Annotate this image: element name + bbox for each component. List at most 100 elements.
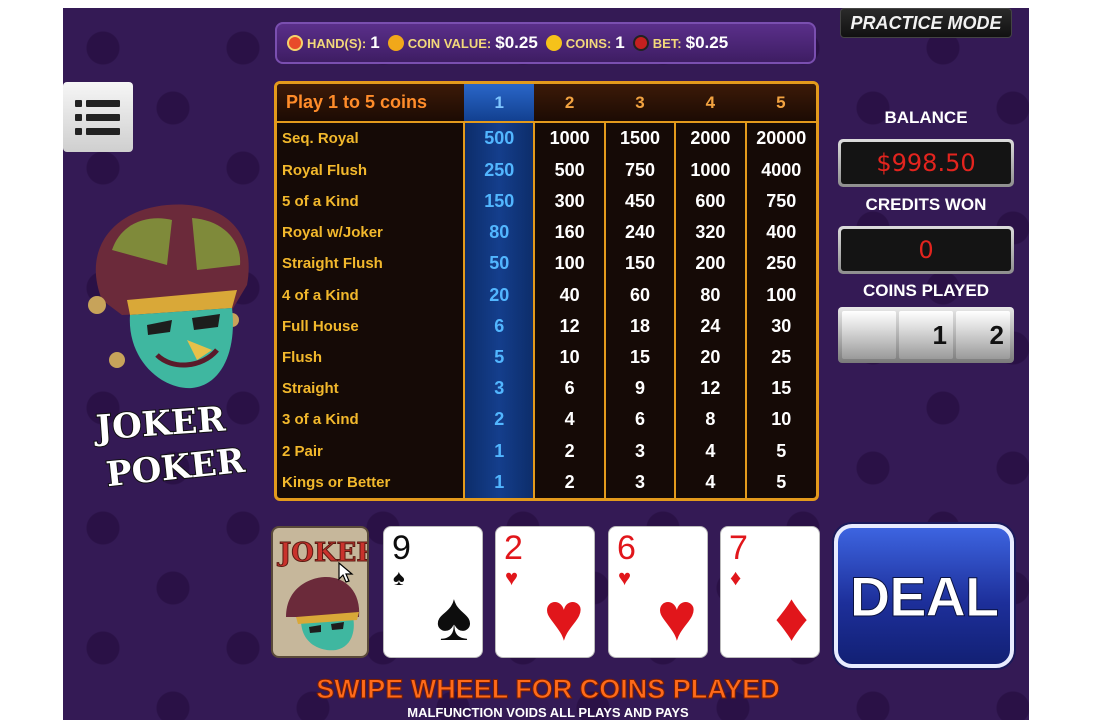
payout-value: 20000: [744, 122, 816, 155]
left-margin: [0, 0, 63, 720]
payout-value: 5: [744, 435, 816, 467]
coin-column-header[interactable]: 4: [675, 84, 746, 123]
hand-name: Straight Flush: [282, 255, 383, 273]
swipe-instruction: SWIPE WHEEL FOR COINS PLAYED: [316, 674, 781, 705]
credits-won-value: 0: [841, 229, 1011, 271]
bet-icon: [632, 35, 649, 51]
payout-value: 6: [603, 404, 676, 436]
heart-icon: ♥: [505, 565, 519, 590]
payout-value: 3: [603, 435, 676, 467]
heart-icon: ♥: [618, 565, 632, 590]
balance-label: BALANCE: [884, 108, 968, 127]
payout-value: 3: [603, 466, 676, 498]
payout-value: 600: [674, 185, 746, 218]
paytable-row: Seq. Royal 500 1000 1500 2000 20000: [277, 122, 816, 155]
payout-value: 750: [603, 154, 676, 186]
payout-value: 100: [744, 279, 816, 311]
coins-value: 1: [615, 33, 625, 52]
payout-value: 80: [463, 217, 535, 249]
payout-value: 250: [463, 154, 535, 186]
payout-value: 18: [603, 310, 676, 342]
payout-value: 2: [533, 435, 605, 467]
spade-icon: ♠: [393, 565, 405, 590]
payout-value: 300: [533, 185, 605, 218]
payout-value: 250: [744, 248, 816, 280]
hand-name: 3 of a Kind: [282, 411, 359, 429]
payout-value: 1500: [603, 122, 676, 155]
joker-poker-logo: JOKER POKER: [92, 398, 262, 498]
balance-display: $998.50: [838, 139, 1014, 187]
diamond-icon: ♦: [730, 565, 742, 590]
payout-value: 4: [674, 466, 746, 498]
card-1-joker[interactable]: JOKER: [271, 526, 369, 658]
joker-card-art-icon: [286, 577, 360, 651]
paytable-row: 3 of a Kind 2 4 6 8 10: [277, 404, 816, 436]
card-rank: 9: [392, 529, 411, 567]
card-rank: 2: [504, 529, 523, 567]
card-4[interactable]: 6 ♥ ♥: [608, 526, 708, 658]
card-3[interactable]: 2 ♥ ♥: [495, 526, 595, 658]
menu-button[interactable]: [63, 82, 133, 152]
payout-value: 20: [463, 279, 535, 311]
payout-value: 160: [533, 217, 605, 249]
payout-value: 24: [674, 310, 746, 342]
coins-icon: [545, 35, 562, 51]
malfunction-notice: MALFUNCTION VOIDS ALL PLAYS AND PAYS: [407, 705, 689, 720]
coin-column-header[interactable]: 5: [745, 84, 816, 123]
hands-label: HAND(S):: [307, 35, 367, 51]
payout-value: 12: [674, 373, 746, 405]
heart-icon: ♥: [656, 579, 697, 655]
hand-name: Straight: [282, 380, 339, 398]
hand-name: 4 of a Kind: [282, 286, 359, 304]
deal-button[interactable]: DEAL: [834, 524, 1014, 668]
practice-mode-badge: PRACTICE MODE: [840, 8, 1012, 38]
menu-icon: [75, 99, 133, 107]
card-2[interactable]: 9 ♠ ♠: [383, 526, 483, 658]
paytable-row: Kings or Better 1 2 3 4 5: [277, 466, 816, 498]
hand-name: Seq. Royal: [282, 130, 359, 148]
payout-value: 3: [463, 373, 535, 405]
payout-value: 2000: [674, 122, 746, 155]
heart-icon: ♥: [543, 579, 584, 655]
payout-value: 9: [603, 373, 676, 405]
coin-value-label: COIN VALUE:: [407, 35, 492, 51]
joker-card-label: JOKER: [279, 538, 369, 569]
hands-value: 1: [370, 33, 380, 52]
spade-icon: ♠: [435, 579, 472, 655]
hand-name: Kings or Better: [282, 473, 391, 491]
wheel-cell: 2: [956, 311, 1010, 359]
paytable: Play 1 to 5 coins 1 2 3 4 5 Seq. Royal 50…: [274, 81, 819, 501]
coin-value-icon: [387, 35, 404, 51]
coin-column-header[interactable]: 3: [604, 84, 676, 123]
coins-label: COINS:: [565, 35, 612, 51]
payout-value: 80: [674, 279, 746, 311]
balance-value: $998.50: [841, 142, 1011, 184]
payout-value: 6: [463, 310, 535, 342]
payout-value: 5: [744, 466, 816, 498]
payout-value: 50: [463, 248, 535, 280]
paytable-row: 2 Pair 1 2 3 4 5: [277, 435, 816, 467]
payout-value: 1: [463, 466, 535, 498]
paytable-row: 4 of a Kind 20 40 60 80 100: [277, 279, 816, 311]
coin-column-header[interactable]: 1: [464, 84, 535, 123]
payout-value: 60: [603, 279, 676, 311]
card-rank: 6: [617, 529, 636, 567]
payout-value: 200: [674, 248, 746, 280]
coin-column-header[interactable]: 2: [534, 84, 605, 123]
payout-value: 12: [533, 310, 605, 342]
hands-icon: [287, 35, 303, 51]
coins-played-wheel[interactable]: 1 2: [838, 307, 1014, 363]
card-5[interactable]: 7 ♦ ♦: [720, 526, 820, 658]
payout-value: 2: [463, 404, 535, 436]
payout-value: 750: [744, 185, 816, 218]
hand-name: Flush: [282, 349, 322, 366]
paytable-row: Straight Flush 50 100 150 200 250: [277, 248, 816, 280]
bet-label: BET:: [652, 35, 682, 51]
payout-value: 2: [533, 466, 605, 498]
mouse-cursor-icon: [338, 562, 354, 583]
payout-value: 10: [744, 404, 816, 436]
hand-name: Royal w/Joker: [282, 224, 383, 242]
paytable-row: Straight 3 6 9 12 15: [277, 373, 816, 405]
right-margin: [1029, 0, 1097, 720]
coin-value: $0.25: [495, 33, 538, 52]
